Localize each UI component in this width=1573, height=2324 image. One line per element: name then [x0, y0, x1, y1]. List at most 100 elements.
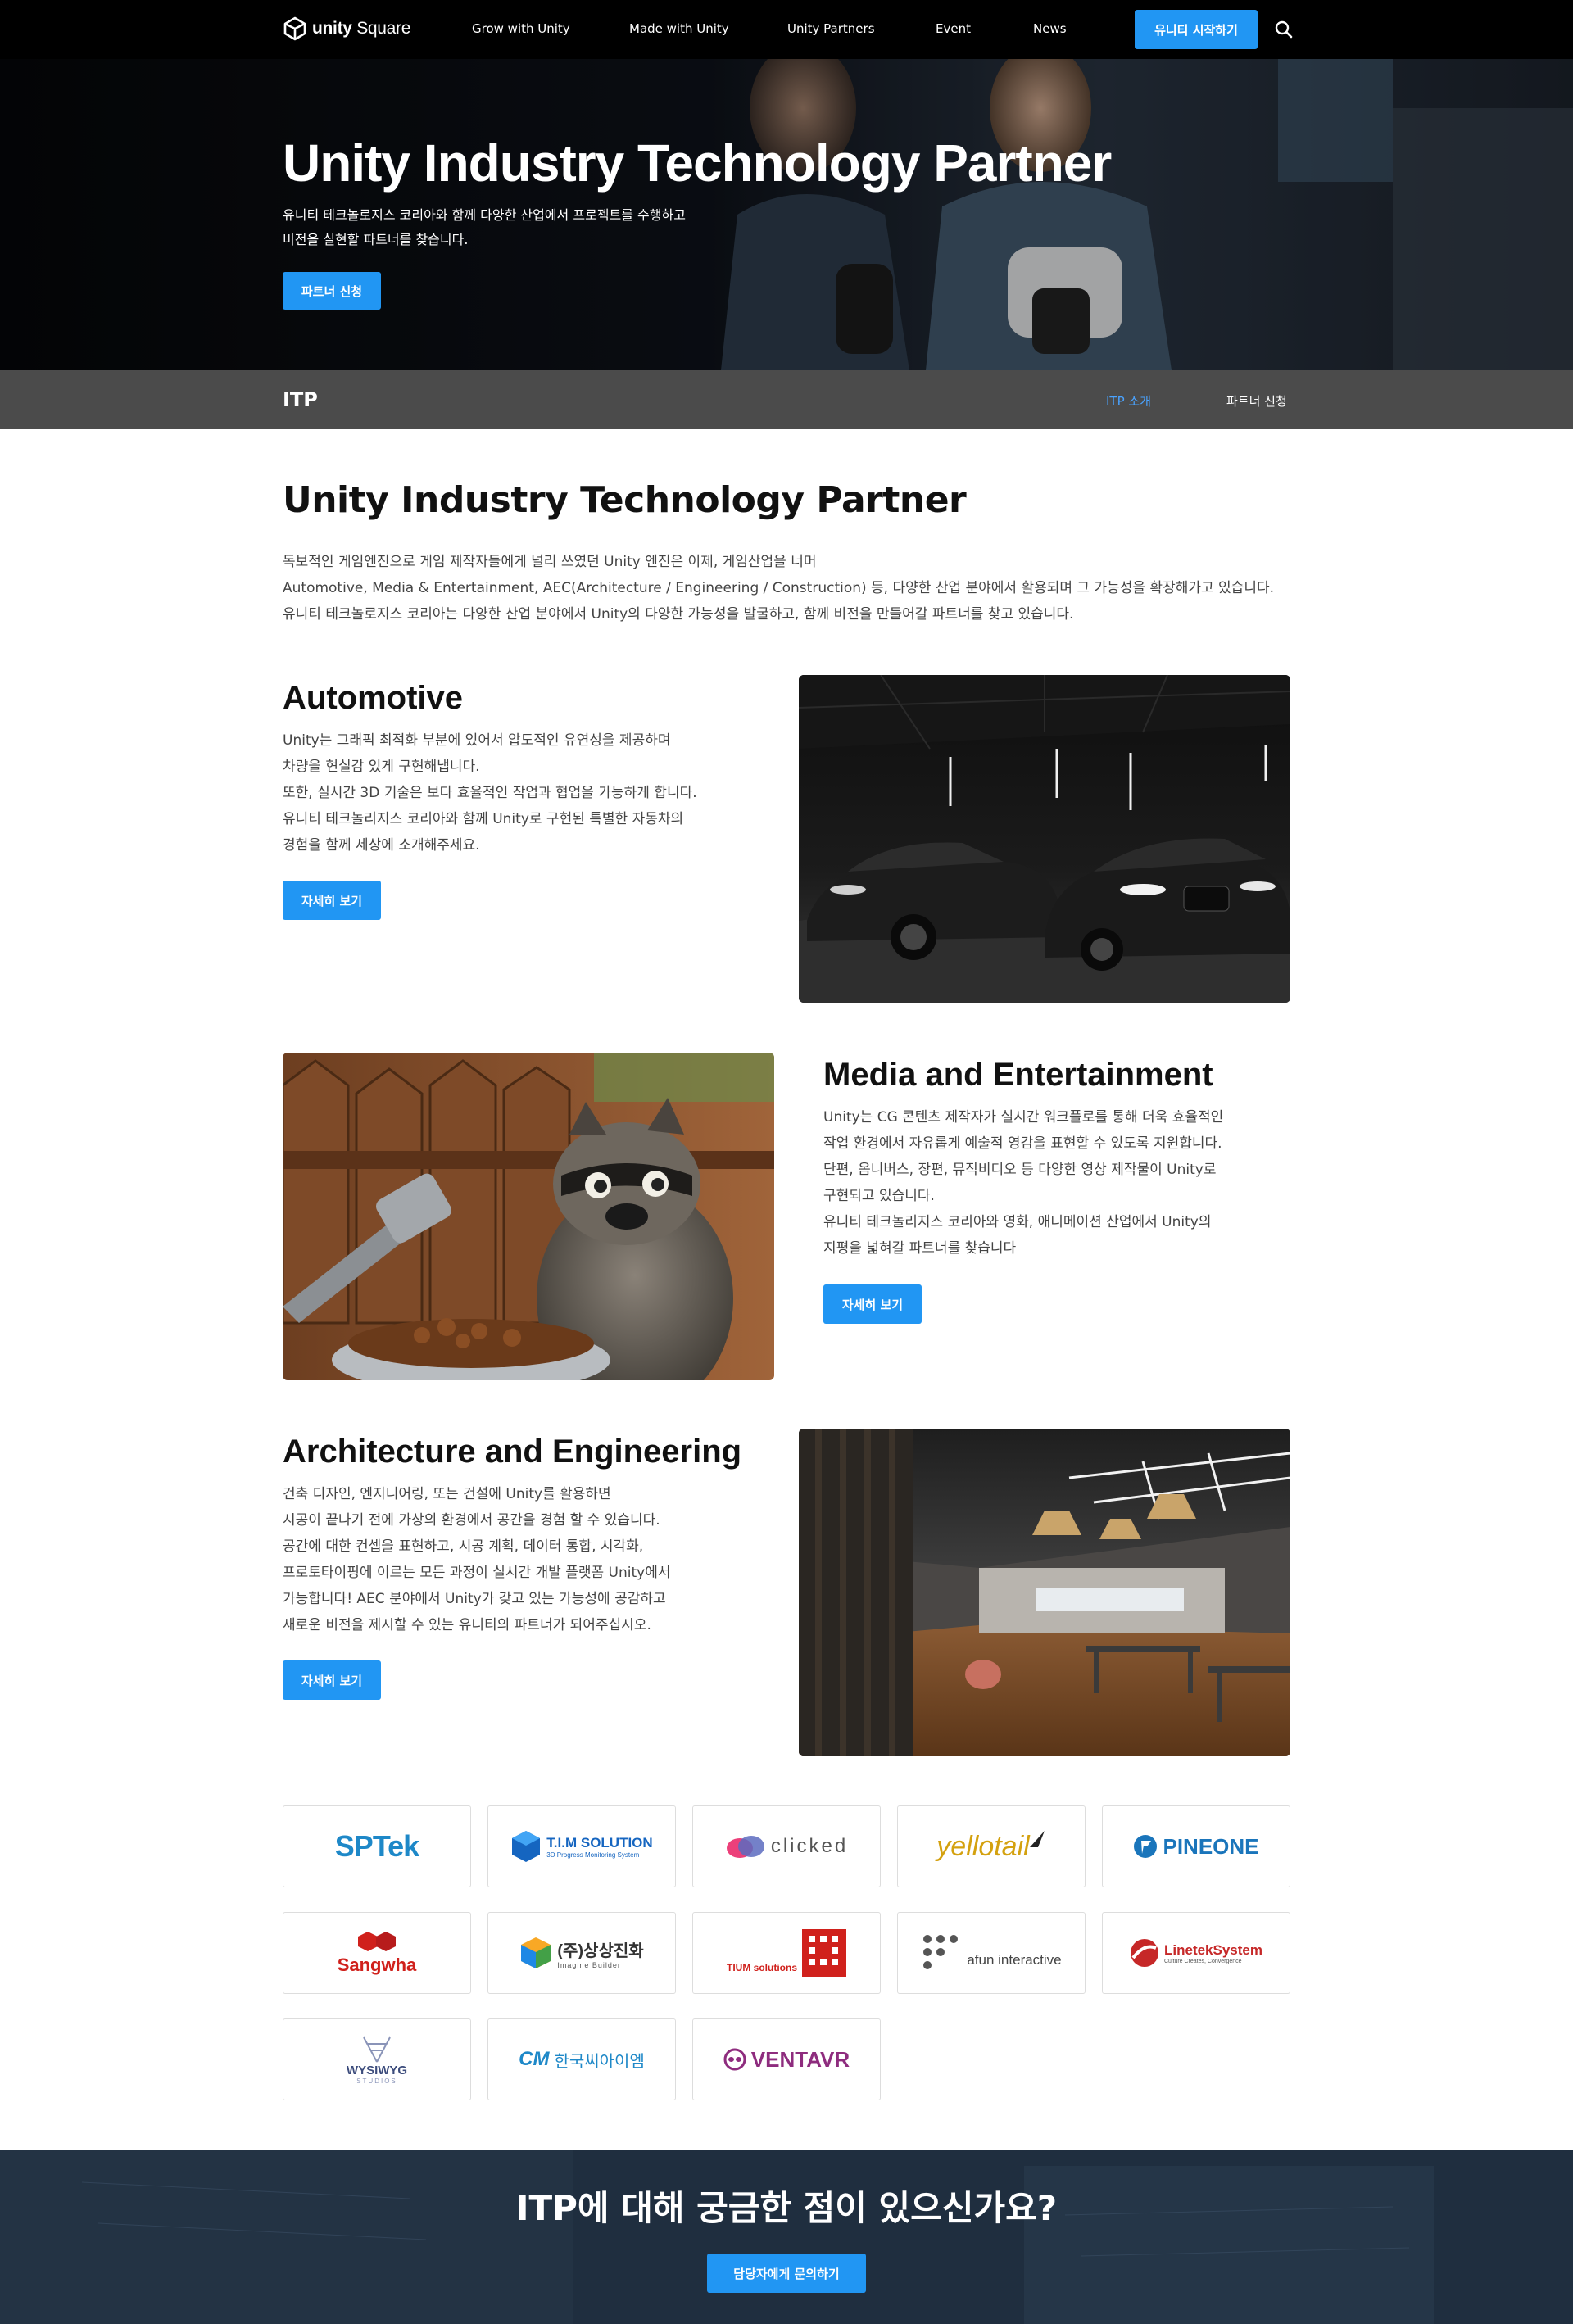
partner-subname: STUDIOS [356, 2077, 397, 2085]
section-title-automotive: Automotive [283, 680, 463, 716]
intro-line: 유니티 테크놀로지스 코리아는 다양한 산업 분야에서 Unity의 다양한 가… [283, 606, 1074, 623]
partner-name: afun interactive [967, 1952, 1062, 1968]
afun-dots-icon [923, 1935, 959, 1969]
sangsang-cube-icon [521, 1937, 551, 1968]
section-text-automotive: Unity는 그래픽 최적화 부분에 있어서 압도적인 유연성을 제공하며 차량… [283, 727, 774, 858]
partner-logo-sptek[interactable]: SPTek [283, 1805, 471, 1887]
partner-logo-afun[interactable]: afun interactive [897, 1912, 1086, 1994]
logo-text-light: Square [351, 19, 411, 38]
partner-logo-wysiwyg[interactable]: WYSIWYG STUDIOS [283, 2018, 471, 2100]
logo-text-bold: unity [312, 19, 352, 38]
tab-partner-apply[interactable]: 파트너 신청 [1226, 392, 1287, 410]
partner-logo-clicked[interactable]: clicked [692, 1805, 881, 1887]
unity-square-logo[interactable]: unity Square [283, 16, 410, 41]
linetek-globe-icon [1131, 1939, 1158, 1967]
cta-question: ITP에 대해 궁금한 점이 있으신가요? [515, 2188, 1058, 2228]
partner-name: VENTAVR [750, 2046, 850, 2072]
section-line: 차량을 현실감 있게 구현해냅니다. [283, 759, 480, 775]
intro-line: 독보적인 게임엔진으로 게임 제작자들에게 널리 쓰였던 Unity 엔진은 이… [283, 554, 817, 570]
hero-title: Unity Industry Technology Partner [283, 134, 1112, 193]
architecture-image [799, 1429, 1290, 1756]
hero-banner: Unity Industry Technology Partner 유니티 테크… [0, 59, 1573, 370]
section-title-architecture: Architecture and Engineering [283, 1434, 742, 1470]
partner-logo-ventavr[interactable]: VENTAVR [692, 2018, 881, 2100]
section-text-media: Unity는 CG 콘텐츠 제작자가 실시간 워크플로를 통해 더욱 효율적인 … [823, 1104, 1315, 1262]
section-line: 단편, 옴니버스, 장편, 뮤직비디오 등 다양한 영상 제작물이 Unity로 [823, 1162, 1217, 1178]
intro-line: Automotive, Media & Entertainment, AEC(A… [283, 580, 1274, 596]
tim-cube-icon [512, 1831, 541, 1862]
partner-logo-korea-cim[interactable]: CM 한국씨아이엠 [487, 2018, 676, 2100]
hero-subtitle-line: 유니티 테크놀로지스 코리아와 함께 다양한 산업에서 프로젝트를 수행하고 [283, 207, 686, 223]
cta-background-image [0, 2150, 1573, 2324]
section-line: 프로토타이핑에 이르는 모든 과정이 실시간 개발 플랫폼 Unity에서 [283, 1565, 671, 1581]
partner-subname: Imagine Builder [557, 1960, 621, 1969]
section-line: Unity는 그래픽 최적화 부분에 있어서 압도적인 유연성을 제공하며 [283, 732, 671, 749]
hero-background-image [0, 59, 1573, 370]
partner-logo-tium[interactable]: TIUM solutions [692, 1912, 881, 1994]
partner-logo-yellotail[interactable]: yellotail [897, 1805, 1086, 1887]
section-line: 유니티 테크놀리지스 코리아와 함께 Unity로 구현된 특별한 자동차의 [283, 811, 684, 827]
tab-itp-intro[interactable]: ITP 소개 [1106, 392, 1151, 410]
partner-name: TIUM solutions [727, 1962, 797, 1973]
nav-unity-partners[interactable]: Unity Partners [787, 21, 875, 36]
nav-made-with-unity[interactable]: Made with Unity [629, 21, 729, 36]
section-line: 공간에 대한 컨셉을 표현하고, 시공 계획, 데이터 통합, 시각화, [283, 1538, 644, 1555]
partner-name: 한국씨아이엠 [554, 2052, 645, 2071]
section-line: 새로운 비전을 제시할 수 있는 유니티의 파트너가 되어주십시오. [283, 1617, 651, 1633]
partner-name: yellotail [936, 1830, 1030, 1862]
start-unity-button[interactable]: 유니티 시작하기 [1135, 10, 1258, 49]
ventavr-vr-icon [723, 2048, 746, 2071]
partner-name: clicked [770, 1835, 849, 1857]
partner-logo-pineone[interactable]: PINEONE [1102, 1805, 1290, 1887]
page: unity Square Grow with Unity Made with U… [0, 0, 1573, 2324]
clicked-cloud-icon [726, 1836, 764, 1858]
partner-name: WYSIWYG [346, 2064, 408, 2077]
subnav-title: ITP [283, 388, 318, 411]
partner-logo-sangsang[interactable]: (주)상상진화 Imagine Builder [487, 1912, 676, 1994]
architecture-more-button[interactable]: 자세히 보기 [283, 1660, 381, 1700]
partner-name: PINEONE [1163, 1833, 1259, 1859]
top-navigation: unity Square Grow with Unity Made with U… [0, 0, 1573, 59]
partner-name: (주)상상진화 [557, 1941, 644, 1960]
cim-mark-icon: CM [519, 2048, 550, 2070]
automotive-more-button[interactable]: 자세히 보기 [283, 881, 381, 920]
nav-news[interactable]: News [1033, 21, 1067, 36]
partner-logo-tim-solution[interactable]: T.I.M SOLUTION 3D Progress Monitoring Sy… [487, 1805, 676, 1887]
partner-name: SPTek [334, 1829, 419, 1863]
pineone-icon [1134, 1835, 1158, 1858]
section-line: Unity는 CG 콘텐츠 제작자가 실시간 워크플로를 통해 더욱 효율적인 [823, 1109, 1224, 1126]
intro-title: Unity Industry Technology Partner [283, 479, 967, 521]
partner-subname: Culture Creates, Convergence [1164, 1958, 1242, 1964]
partner-logo-sangwha[interactable]: Sangwha [283, 1912, 471, 1994]
partner-name: LinetekSystem [1164, 1941, 1262, 1958]
partner-name: T.I.M SOLUTION [546, 1834, 653, 1851]
partner-logo-linetek[interactable]: LinetekSystem Culture Creates, Convergen… [1102, 1912, 1290, 1994]
section-title-media: Media and Entertainment [823, 1057, 1213, 1093]
media-more-button[interactable]: 자세히 보기 [823, 1284, 922, 1324]
section-text-architecture: 건축 디자인, 엔지니어링, 또는 건설에 Unity를 활용하면 시공이 끝나… [283, 1481, 774, 1638]
section-line: 건축 디자인, 엔지니어링, 또는 건설에 Unity를 활용하면 [283, 1486, 611, 1502]
section-line: 유니티 테크놀리지스 코리아와 영화, 애니메이션 산업에서 Unity의 [823, 1214, 1212, 1230]
section-line: 또한, 실시간 3D 기술은 보다 효율적인 작업과 협업을 가능하게 합니다. [283, 785, 697, 801]
partner-apply-button[interactable]: 파트너 신청 [283, 272, 381, 310]
search-icon[interactable] [1274, 20, 1294, 39]
section-line: 경험을 함께 세상에 소개해주세요. [283, 837, 480, 854]
wysiwyg-wings-icon [363, 2036, 391, 2063]
sangwha-hexagon-icon [357, 1932, 396, 1951]
nav-grow-with-unity[interactable]: Grow with Unity [472, 21, 570, 36]
hero-subtitle-line: 비전을 실현할 파트너를 찾습니다. [283, 232, 469, 247]
nav-event[interactable]: Event [936, 21, 971, 36]
contact-manager-button[interactable]: 담당자에게 문의하기 [707, 2254, 866, 2293]
partner-name: Sangwha [337, 1955, 417, 1975]
partner-subname: 3D Progress Monitoring System [546, 1851, 640, 1859]
automotive-image [799, 675, 1290, 1003]
unity-cube-icon [283, 16, 306, 41]
section-line: 작업 환경에서 자유롭게 예술적 영감을 표현할 수 있도록 지원합니다. [823, 1135, 1222, 1152]
section-line: 시공이 끝나기 전에 가상의 환경에서 공간을 경험 할 수 있습니다. [283, 1512, 660, 1529]
yellotail-plane-icon [1029, 1831, 1045, 1847]
section-line: 가능합니다! AEC 분야에서 Unity가 갖고 있는 가능성에 공감하고 [283, 1591, 666, 1607]
contact-cta-banner: ITP에 대해 궁금한 점이 있으신가요? 담당자에게 문의하기 [0, 2150, 1573, 2324]
section-line: 구현되고 있습니다. [823, 1188, 935, 1204]
sub-navigation: ITP ITP 소개 파트너 신청 [0, 370, 1573, 429]
section-line: 지평을 넓혀갈 파트너를 찾습니다 [823, 1240, 1017, 1257]
